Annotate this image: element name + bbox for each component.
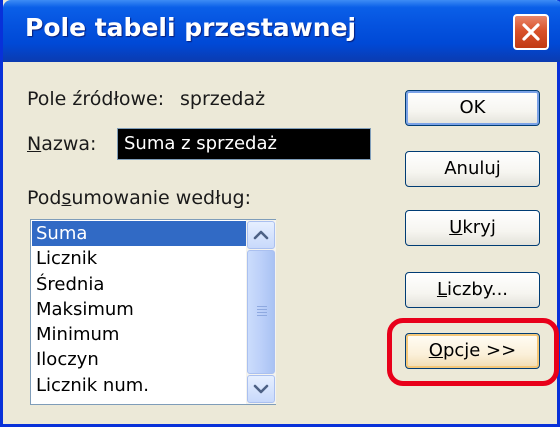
pivot-field-dialog: Pole tabeli przestawnej Pole źródłowe: s… — [0, 0, 560, 427]
hide-button[interactable]: Ukryj — [405, 210, 540, 246]
dialog-title: Pole tabeli przestawnej — [25, 13, 357, 42]
close-button[interactable] — [513, 14, 549, 50]
list-item-licznik-num[interactable]: Licznik num. — [32, 373, 246, 398]
close-icon — [522, 23, 540, 41]
list-item-licznik[interactable]: Licznik — [32, 246, 246, 271]
thumb-grip — [257, 309, 267, 310]
cancel-button[interactable]: Anuluj — [405, 151, 540, 187]
scroll-down-button[interactable] — [247, 375, 275, 403]
list-scrollbar[interactable] — [246, 220, 276, 404]
name-input[interactable]: Suma z sprzedaż — [117, 128, 371, 160]
chevron-down-icon — [253, 384, 269, 394]
list-item-maksimum[interactable]: Maksimum — [32, 297, 246, 322]
chevron-up-icon — [253, 230, 269, 240]
list-item-iloczyn[interactable]: Iloczyn — [32, 347, 246, 372]
thumb-grip — [257, 306, 267, 307]
title-bar[interactable]: Pole tabeli przestawnej — [3, 0, 560, 62]
list-item-suma[interactable]: Suma — [32, 221, 246, 247]
thumb-grip — [257, 315, 267, 316]
summary-function-list[interactable]: Suma Licznik Średnia Maksimum Minimum Il… — [30, 219, 276, 405]
numbers-button[interactable]: Liczby... — [405, 272, 540, 308]
name-label: Nazwa: — [27, 133, 97, 155]
thumb-grip — [257, 312, 267, 313]
source-field-label: Pole źródłowe: — [27, 88, 165, 110]
scroll-up-button[interactable] — [247, 221, 275, 249]
scroll-thumb[interactable] — [247, 250, 275, 374]
summarize-label: Podsumowanie według: — [27, 187, 251, 209]
ok-button[interactable]: OK — [405, 90, 540, 126]
list-items: Suma Licznik Średnia Maksimum Minimum Il… — [32, 221, 246, 398]
source-field-value: sprzedaż — [180, 88, 266, 110]
options-highlight-ring — [387, 318, 559, 386]
list-item-srednia[interactable]: Średnia — [32, 272, 246, 297]
list-item-minimum[interactable]: Minimum — [32, 322, 246, 347]
